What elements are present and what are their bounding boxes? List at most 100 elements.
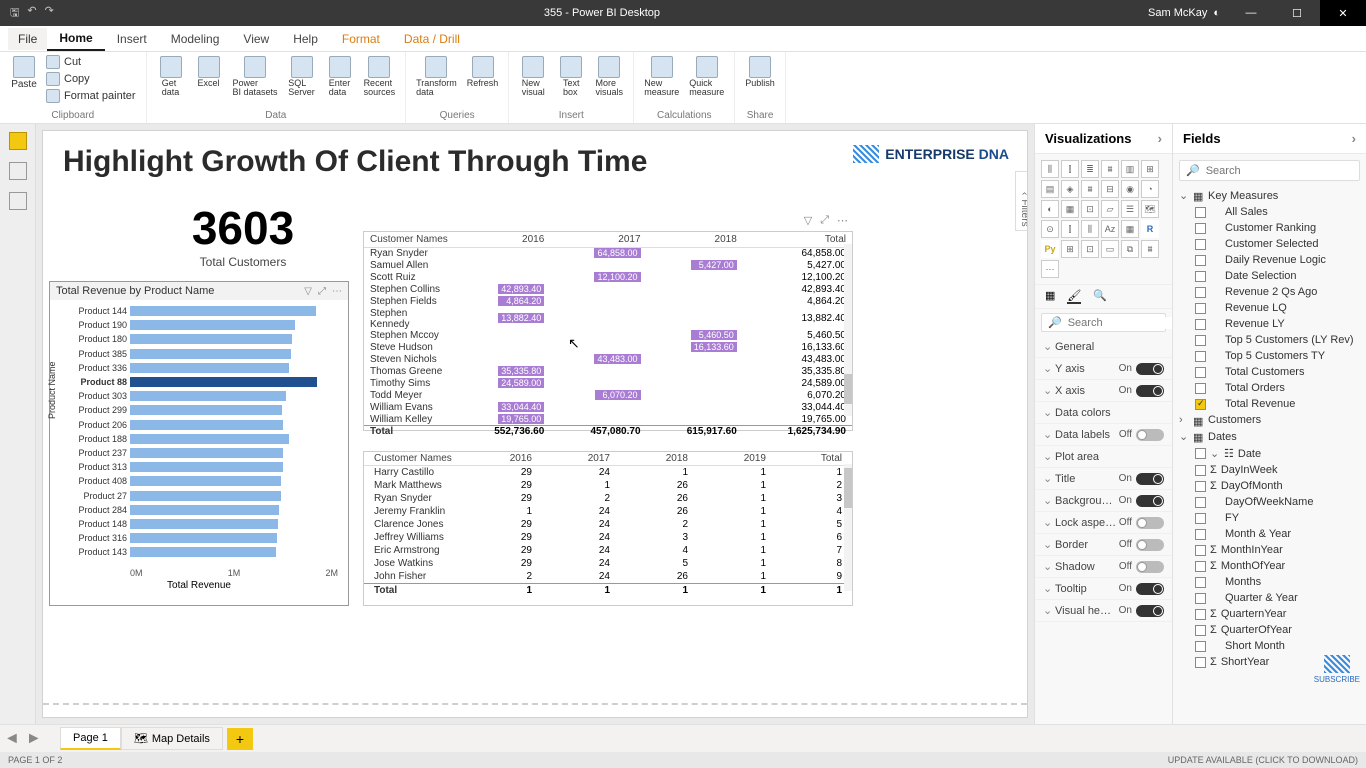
format-prop-data-labels[interactable]: ⌄Data labelsOff	[1035, 424, 1172, 446]
close-button[interactable]: ✕	[1320, 0, 1366, 26]
field-item[interactable]: ΣMonthInYear	[1173, 542, 1366, 558]
new-visual-button[interactable]: Newvisual	[517, 54, 549, 99]
checkbox[interactable]	[1195, 351, 1206, 362]
analytics-tab-icon[interactable]: 🔍	[1093, 289, 1107, 304]
field-item[interactable]: ΣDayInWeek	[1173, 462, 1366, 478]
field-table-dates[interactable]: ⌄▦Dates	[1173, 428, 1366, 445]
field-item[interactable]: Total Customers	[1173, 364, 1366, 380]
bar-row[interactable]: Product 284	[68, 503, 342, 517]
table-row[interactable]: Jose Watkins2924518	[364, 557, 852, 570]
table-row[interactable]: Clarence Jones2924215	[364, 518, 852, 531]
chevron-right-icon[interactable]: ›	[1352, 131, 1356, 146]
table-row[interactable]: Todd Meyer6,070.206,070.20	[364, 390, 852, 402]
viz-gallery[interactable]: ⫼⫿≣⩩▥⊞▤◈⩩⊟◉◔◐▦⊡▱☰🗺⊙⫿⫼Az▦RPy⊞⊡▭⧉⩩⋯	[1035, 154, 1172, 284]
field-item[interactable]: Top 5 Customers (LY Rev)	[1173, 332, 1366, 348]
bar-row[interactable]: Product 385	[68, 347, 342, 361]
checkbox[interactable]	[1195, 223, 1206, 234]
viz-type-icon[interactable]: ⊞	[1061, 240, 1079, 258]
toggle[interactable]	[1136, 605, 1164, 617]
format-tab-icon[interactable]: 🖌	[1067, 289, 1081, 304]
bar-row[interactable]: Product 144	[68, 304, 342, 318]
bar-row[interactable]: Product 180	[68, 332, 342, 346]
bar-row[interactable]: Product 299	[68, 403, 342, 417]
field-item[interactable]: ⌄☷Date	[1173, 445, 1366, 462]
table-row[interactable]: Steve Hudson16,133.6016,133.60	[364, 342, 852, 354]
viz-type-icon[interactable]: ⧉	[1121, 240, 1139, 258]
table-row[interactable]: Ryan Snyder64,858.0064,858.00	[364, 248, 852, 260]
field-item[interactable]: Date Selection	[1173, 268, 1366, 284]
table-row[interactable]: Jeremy Franklin1242614	[364, 505, 852, 518]
checkbox[interactable]	[1195, 319, 1206, 330]
report-view-icon[interactable]	[9, 132, 27, 150]
ribbon-tab-modeling[interactable]: Modeling	[159, 28, 232, 50]
field-item[interactable]: Total Orders	[1173, 380, 1366, 396]
field-item[interactable]: Revenue 2 Qs Ago	[1173, 284, 1366, 300]
page-tab-active[interactable]: Page 1	[60, 727, 121, 750]
viz-type-icon[interactable]: 🗺	[1141, 200, 1159, 218]
redo-icon[interactable]: ↷	[45, 4, 54, 23]
bar-row[interactable]: Product 143	[68, 545, 342, 559]
table-row[interactable]: Stephen Collins42,893.4042,893.40	[364, 284, 852, 296]
field-item[interactable]: Daily Revenue Logic	[1173, 252, 1366, 268]
checkbox[interactable]	[1195, 481, 1206, 492]
viz-type-icon[interactable]: ▥	[1121, 160, 1139, 178]
viz-type-icon[interactable]: ◈	[1061, 180, 1079, 198]
viz-type-icon[interactable]: ▱	[1101, 200, 1119, 218]
table-row[interactable]: Steven Nichols43,483.0043,483.00	[364, 354, 852, 366]
checkbox[interactable]	[1195, 448, 1206, 459]
prev-page-icon[interactable]: ◄	[4, 730, 20, 748]
field-table-key-measures[interactable]: ⌄▦Key Measures	[1173, 187, 1366, 204]
bar-row[interactable]: Product 148	[68, 517, 342, 531]
field-item[interactable]: Revenue LQ	[1173, 300, 1366, 316]
update-link[interactable]: UPDATE AVAILABLE (CLICK TO DOWNLOAD)	[1168, 755, 1358, 765]
refresh-button[interactable]: Refresh	[465, 54, 501, 99]
checkbox[interactable]	[1195, 529, 1206, 540]
field-item[interactable]: Customer Ranking	[1173, 220, 1366, 236]
checkbox[interactable]	[1195, 465, 1206, 476]
field-item[interactable]: Customer Selected	[1173, 236, 1366, 252]
field-item[interactable]: ΣMonthOfYear	[1173, 558, 1366, 574]
table-row[interactable]: Scott Ruiz12,100.2012,100.20	[364, 272, 852, 284]
format-prop-x-axis[interactable]: ⌄X axisOn	[1035, 380, 1172, 402]
viz-type-icon[interactable]: ▦	[1121, 220, 1139, 238]
table-row[interactable]: Ryan Snyder2922613	[364, 492, 852, 505]
table-row[interactable]: Harry Castillo2924111	[364, 466, 852, 480]
viz-type-icon[interactable]: ≣	[1081, 160, 1099, 178]
format-prop-lock-aspe-[interactable]: ⌄Lock aspe…Off	[1035, 512, 1172, 534]
field-item[interactable]: ΣQuarterOfYear	[1173, 622, 1366, 638]
checkbox[interactable]	[1195, 497, 1206, 508]
viz-type-icon[interactable]: ▭	[1101, 240, 1119, 258]
bar-row[interactable]: Product 190	[68, 318, 342, 332]
toggle[interactable]	[1136, 539, 1164, 551]
data-view-icon[interactable]	[9, 162, 27, 180]
table-row[interactable]: Stephen Fields4,864.204,864.20	[364, 296, 852, 308]
report-canvas[interactable]: Highlight Growth Of Client Through Time …	[42, 130, 1028, 718]
matrix-rank[interactable]: Customer Names2016201720182019TotalHarry…	[363, 451, 853, 606]
viz-type-icon[interactable]: ⩩	[1101, 160, 1119, 178]
user-label[interactable]: Sam McKay◐	[1140, 7, 1228, 19]
transform-data-button[interactable]: Transformdata	[414, 54, 459, 99]
power-bi-datasets-button[interactable]: PowerBI datasets	[231, 54, 280, 99]
bar-row[interactable]: Product 237	[68, 446, 342, 460]
sql-server-button[interactable]: SQLServer	[286, 54, 318, 99]
matrix-revenue[interactable]: ▽⤢⋯ Customer Names201620172018TotalRyan …	[363, 231, 853, 431]
quick-measure-button[interactable]: Quickmeasure	[687, 54, 726, 99]
table-row[interactable]: Thomas Greene35,335.8035,335.80	[364, 366, 852, 378]
minimize-button[interactable]: —	[1228, 0, 1274, 26]
enter-data-button[interactable]: Enterdata	[324, 54, 356, 99]
viz-type-icon[interactable]: ⫿	[1061, 160, 1079, 178]
viz-type-icon[interactable]: ▤	[1041, 180, 1059, 198]
viz-type-icon[interactable]: ⩩	[1141, 240, 1159, 258]
field-table-customers[interactable]: ›▦Customers	[1173, 412, 1366, 428]
fields-search-input[interactable]	[1206, 165, 1353, 177]
checkbox[interactable]	[1195, 367, 1206, 378]
viz-type-icon[interactable]: ◉	[1121, 180, 1139, 198]
viz-type-icon[interactable]: ⋯	[1041, 260, 1059, 278]
checkbox[interactable]	[1195, 239, 1206, 250]
recent-sources-button[interactable]: Recentsources	[362, 54, 398, 99]
checkbox[interactable]	[1195, 335, 1206, 346]
checkbox[interactable]	[1195, 287, 1206, 298]
table-row[interactable]: Mark Matthews2912612	[364, 479, 852, 492]
toggle[interactable]	[1136, 473, 1164, 485]
checkbox[interactable]	[1195, 383, 1206, 394]
